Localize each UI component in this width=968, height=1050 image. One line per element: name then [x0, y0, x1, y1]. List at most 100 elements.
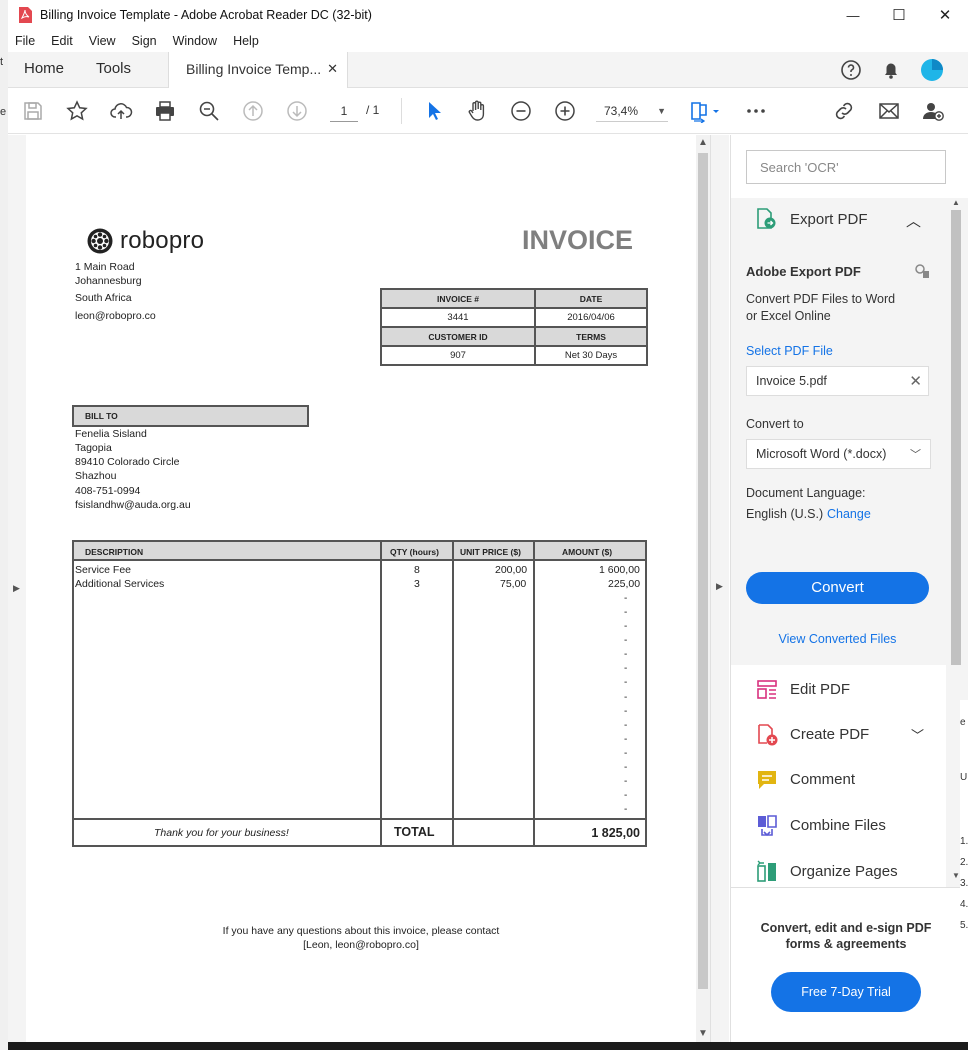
bill-to-line: Tagopia	[75, 442, 112, 454]
meta-header: INVOICE #	[380, 288, 536, 309]
convert-button[interactable]: Convert	[746, 572, 929, 604]
add-user-icon[interactable]	[921, 99, 945, 123]
scrollbar-thumb[interactable]	[951, 210, 961, 665]
tool-create-pdf[interactable]: Create PDF ﹀	[731, 713, 946, 757]
menu-window[interactable]: Window	[165, 34, 225, 48]
change-language-link[interactable]: Change	[827, 507, 871, 521]
acrobat-logo-icon	[19, 7, 32, 23]
share-link-icon[interactable]	[832, 99, 856, 123]
scrollbar-thumb[interactable]	[698, 153, 708, 989]
meta-header: CUSTOMER ID	[380, 326, 536, 347]
select-cursor-icon[interactable]	[422, 99, 446, 123]
zoom-level-select[interactable]: 73,4% ▼	[596, 100, 668, 122]
select-pdf-file-link[interactable]: Select PDF File	[746, 344, 833, 358]
background-window-edge: t e	[0, 0, 8, 1050]
menu-file[interactable]: File	[8, 34, 43, 48]
fit-page-icon[interactable]	[689, 99, 721, 123]
previous-page-icon[interactable]	[241, 99, 265, 123]
combine-files-icon	[758, 815, 777, 837]
tool-edit-pdf[interactable]: Edit PDF	[731, 668, 946, 712]
empty-amount: -	[624, 734, 628, 745]
zoom-out-icon[interactable]	[509, 99, 533, 123]
edge-text: e	[0, 106, 7, 118]
column-divider	[380, 820, 382, 845]
tool-comment[interactable]: Comment	[731, 758, 946, 802]
invoice-date: 2016/04/06	[534, 307, 648, 328]
document-language-label: Document Language:	[746, 486, 866, 500]
column-divider	[533, 542, 535, 845]
empty-amount: -	[624, 649, 628, 660]
free-trial-button[interactable]: Free 7-Day Trial	[771, 972, 921, 1012]
hand-tool-icon[interactable]	[465, 99, 489, 123]
menu-help[interactable]: Help	[225, 34, 267, 48]
meta-header: DATE	[534, 288, 648, 309]
page-number-input[interactable]: 1	[330, 100, 358, 122]
edge-text: t	[0, 56, 4, 68]
tab-home[interactable]: Home	[24, 52, 64, 88]
chevron-down-icon[interactable]: ﹀	[911, 725, 924, 744]
close-window-button[interactable]: ✕	[922, 0, 968, 30]
pdf-page: robopro INVOICE 1 Main Road Johannesburg…	[26, 135, 696, 1042]
upload-cloud-icon[interactable]	[109, 99, 133, 123]
chevron-right-icon: ▶	[716, 581, 723, 591]
maximize-button[interactable]: ☐	[876, 0, 922, 30]
document-scrollbar[interactable]: ▲ ▼	[696, 135, 710, 1042]
scroll-down-icon[interactable]: ▼	[698, 1028, 708, 1039]
main-toolbar: 1 / 1 73,4% ▼	[8, 88, 968, 134]
minimize-icon: —	[846, 7, 860, 23]
chevron-right-icon: ▶	[13, 583, 20, 593]
zoom-in-icon[interactable]	[553, 99, 577, 123]
scroll-up-icon[interactable]: ▲	[952, 198, 960, 207]
company-address-line: Johannesburg	[75, 275, 142, 287]
tools-search-input[interactable]: Search 'OCR'	[746, 150, 946, 184]
more-tools-icon[interactable]	[744, 99, 768, 123]
scroll-down-icon[interactable]: ▼	[952, 871, 960, 880]
selected-file-field[interactable]: Invoice 5.pdf ✕	[746, 366, 929, 396]
notifications-bell-icon[interactable]	[879, 58, 903, 82]
convert-format-value: Microsoft Word (*.docx)	[756, 447, 887, 461]
left-panel-toggle[interactable]: ▶	[8, 135, 26, 1042]
empty-amount: -	[624, 663, 628, 674]
adobe-export-title: Adobe Export PDF	[746, 264, 861, 279]
scroll-up-icon[interactable]: ▲	[698, 137, 708, 148]
clear-file-icon[interactable]: ✕	[909, 372, 922, 390]
tab-document-label: Billing Invoice Temp...	[186, 61, 322, 77]
menu-edit[interactable]: Edit	[43, 34, 81, 48]
save-icon[interactable]	[21, 99, 45, 123]
tab-document[interactable]: Billing Invoice Temp... ✕	[168, 52, 348, 89]
maximize-icon: ☐	[892, 7, 906, 24]
tool-label: Create PDF	[790, 726, 870, 743]
adobe-export-settings-icon[interactable]	[914, 263, 930, 279]
menu-view[interactable]: View	[81, 34, 124, 48]
line-items-header: DESCRIPTION QTY (hours) UNIT PRICE ($) A…	[74, 542, 645, 561]
column-divider	[380, 542, 382, 845]
minimize-button[interactable]: —	[830, 0, 876, 30]
convert-format-select[interactable]: Microsoft Word (*.docx) ﹀	[746, 439, 931, 469]
print-icon[interactable]	[153, 99, 177, 123]
right-panel-toggle[interactable]: ▶	[710, 135, 729, 1042]
email-envelope-icon[interactable]	[877, 99, 901, 123]
user-avatar-icon[interactable]	[920, 58, 944, 82]
chevron-down-icon: ﹀	[910, 449, 921, 461]
bookmark-star-icon[interactable]	[65, 99, 89, 123]
empty-amount: -	[624, 677, 628, 688]
column-header: QTY (hours)	[390, 547, 439, 557]
tool-combine-files[interactable]: Combine Files	[731, 804, 946, 848]
tab-close-icon[interactable]: ✕	[327, 61, 338, 77]
edge-text: 3.	[960, 878, 968, 889]
view-converted-files-link[interactable]: View Converted Files	[731, 632, 944, 646]
next-page-icon[interactable]	[285, 99, 309, 123]
menu-bar: File Edit View Sign Window Help	[8, 30, 968, 52]
empty-amount: -	[624, 593, 628, 604]
export-pdf-header[interactable]: Export PDF ︿	[731, 198, 946, 240]
edge-text: e	[960, 717, 966, 728]
upgrade-promo: Convert, edit and e-sign PDF forms & agr…	[731, 887, 968, 1042]
zoom-search-icon[interactable]	[197, 99, 221, 123]
bill-to-header: BILL TO	[72, 405, 309, 427]
bill-to-line: Shazhou	[75, 470, 117, 482]
line-items-table: DESCRIPTION QTY (hours) UNIT PRICE ($) A…	[72, 540, 647, 847]
tab-tools[interactable]: Tools	[96, 52, 131, 88]
menu-sign[interactable]: Sign	[124, 34, 165, 48]
tab-bar: Home Tools Billing Invoice Temp... ✕	[8, 52, 968, 89]
help-icon[interactable]	[839, 58, 863, 82]
